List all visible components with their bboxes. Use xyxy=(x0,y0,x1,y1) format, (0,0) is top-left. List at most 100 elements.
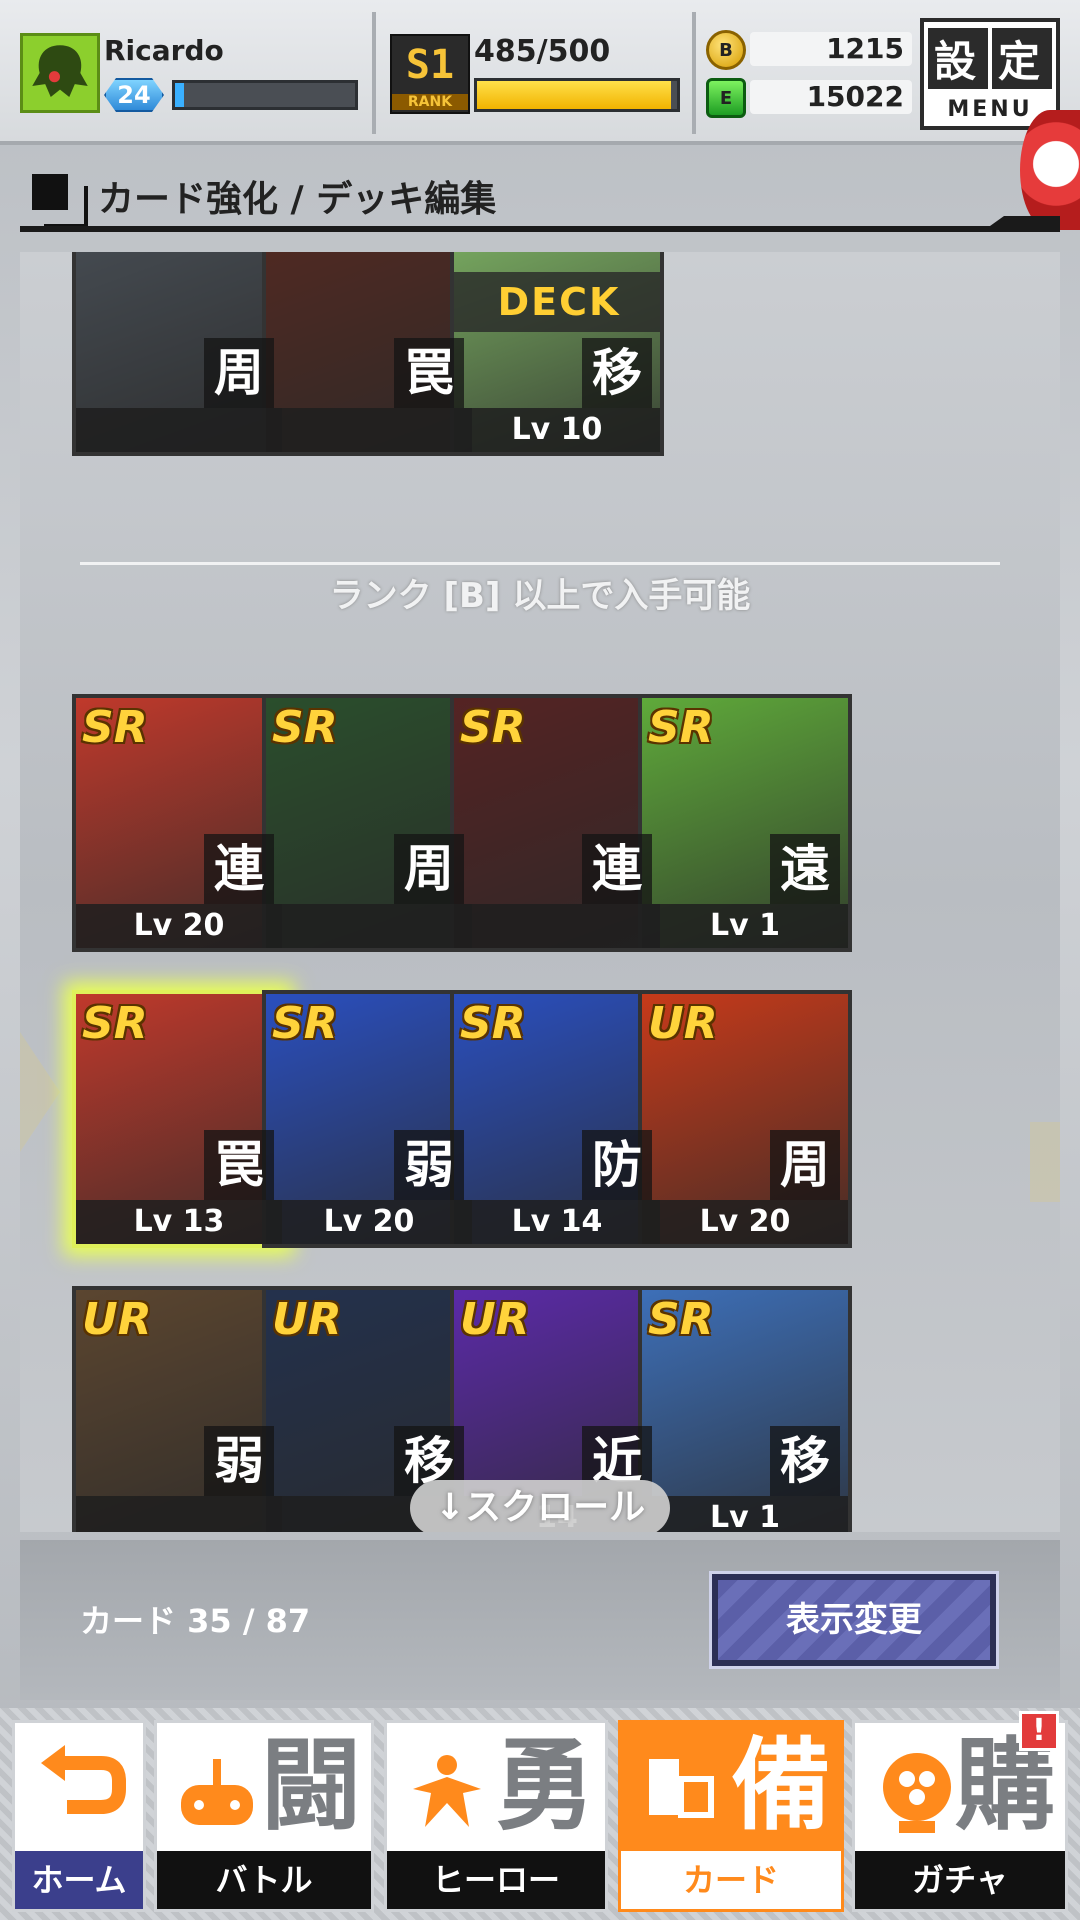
card-type-kanji: 周 xyxy=(394,834,464,904)
green-currency: E 15022 xyxy=(706,78,912,118)
change-view-button[interactable]: 表示変更 xyxy=(709,1571,999,1669)
gold-coin-icon: B xyxy=(706,30,746,70)
card-rarity: SR xyxy=(82,998,148,1049)
header-divider xyxy=(692,12,696,134)
rank-badge: S1 RANK xyxy=(390,34,470,114)
card-level: Lv 20 xyxy=(76,904,282,948)
card-level xyxy=(266,408,472,452)
card-rarity: UR xyxy=(648,998,718,1049)
header-divider xyxy=(372,12,376,134)
card-count: カード 35 / 87 xyxy=(80,1602,311,1640)
card-tile[interactable]: SR 防 Lv 14 xyxy=(450,990,664,1248)
top-status-bar: Ricardo 24 S1 RANK 485/500 B 1215 E 1502… xyxy=(0,0,1080,145)
title-underline xyxy=(20,226,1060,232)
card-type-kanji: 弱 xyxy=(204,1426,274,1496)
card-level xyxy=(266,904,472,948)
deck-label: DECK xyxy=(454,272,660,332)
card-rarity: SR xyxy=(272,998,338,1049)
card-tile[interactable]: UR 周 xyxy=(72,252,286,456)
card-type-kanji: 罠 xyxy=(394,338,464,408)
card-type-kanji: 連 xyxy=(204,834,274,904)
card-type-kanji: 移 xyxy=(582,338,652,408)
settings-kanji: 設定 xyxy=(924,28,1056,89)
card-rarity: SR xyxy=(82,702,148,753)
card-tile[interactable]: SR 連 Lv 20 xyxy=(72,694,286,952)
card-level: Lv 1 xyxy=(642,1496,848,1532)
gold-coin-amount: 1215 xyxy=(750,32,912,66)
nav-card-icon-area: 備 xyxy=(621,1723,841,1851)
bg-stripe-decoration xyxy=(1030,1122,1060,1202)
card-rarity: SR xyxy=(272,702,338,753)
stamina-progress-fill xyxy=(477,81,671,109)
nav-hero-icon-area: 勇 xyxy=(387,1723,605,1851)
bg-arrow-decoration xyxy=(20,1032,60,1152)
card-type-kanji: 移 xyxy=(770,1426,840,1496)
bottom-navigation: ホーム 闘 バトル 勇 ヒーロー 備 カード ! 購 ガチャ xyxy=(0,1708,1080,1920)
green-currency-amount: 15022 xyxy=(750,80,912,114)
nav-gacha-tab[interactable]: ! 購 ガチャ xyxy=(852,1711,1068,1912)
nav-home-tab[interactable]: ホーム xyxy=(12,1720,146,1912)
card-rarity: SR xyxy=(460,702,526,753)
rank-caption: RANK xyxy=(392,94,468,110)
player-level-badge: 24 xyxy=(104,78,164,112)
card-level: Lv 13 xyxy=(76,1200,282,1244)
nav-hero-kanji: 勇 xyxy=(495,1727,595,1844)
nav-card-kanji: 備 xyxy=(731,1727,831,1844)
card-rarity: UR xyxy=(272,1294,342,1345)
nav-home-label: ホーム xyxy=(15,1851,143,1909)
card-type-kanji: 連 xyxy=(582,834,652,904)
stamina-progress-bar xyxy=(474,78,680,112)
card-rarity: SR xyxy=(648,702,714,753)
title-marker-icon xyxy=(32,174,88,228)
card-rarity: UR xyxy=(82,1294,152,1345)
nav-battle-icon-area: 闘 xyxy=(157,1723,371,1851)
rank-divider xyxy=(80,562,1000,565)
card-tile[interactable]: UR 罠 xyxy=(262,252,476,456)
card-rarity: UR xyxy=(272,252,342,257)
nav-battle-kanji: 闘 xyxy=(261,1727,361,1844)
card-level: Lv 20 xyxy=(642,1200,848,1244)
exp-progress-bar xyxy=(172,80,358,110)
scroll-hint: ↓スクロール xyxy=(410,1480,670,1532)
card-level: Lv 1 xyxy=(642,904,848,948)
stamina-value: 485/500 xyxy=(474,34,611,69)
nav-card-label: カード xyxy=(621,1851,841,1909)
card-level xyxy=(76,1496,282,1532)
page-title: カード強化 / デッキ編集 xyxy=(98,179,497,220)
card-level: Lv 20 xyxy=(266,1200,472,1244)
page-title-bar: カード強化 / デッキ編集 xyxy=(20,160,1060,230)
nav-home-icon-area xyxy=(15,1723,143,1851)
card-tile[interactable]: SR 弱 Lv 20 xyxy=(262,990,476,1248)
exp-progress-fill xyxy=(175,83,184,107)
card-type-kanji: 周 xyxy=(204,338,274,408)
card-tile[interactable]: SR 罠 Lv 13 xyxy=(72,990,286,1248)
nav-hero-tab[interactable]: 勇 ヒーロー xyxy=(384,1720,608,1912)
gold-currency: B 1215 xyxy=(706,30,912,70)
card-rarity: UR xyxy=(460,1294,530,1345)
card-level: Lv 10 xyxy=(454,408,660,452)
card-tile[interactable]: UR 弱 xyxy=(72,1286,286,1532)
card-list-panel[interactable]: ランク [B] 以上で入手可能 ↓スクロール UR周UR罠UR移Lv 10DEC… xyxy=(20,252,1060,1532)
nav-hero-label: ヒーロー xyxy=(387,1851,605,1909)
card-tile[interactable]: UR 周 Lv 20 xyxy=(638,990,852,1248)
card-tile[interactable]: SR 移 Lv 1 xyxy=(638,1286,852,1532)
gacha-alert-badge: ! xyxy=(1019,1711,1059,1751)
nav-battle-tab[interactable]: 闘 バトル xyxy=(154,1720,374,1912)
card-rarity: UR xyxy=(82,252,152,257)
card-tile[interactable]: SR 連 xyxy=(450,694,664,952)
green-barrel-icon: E xyxy=(706,78,746,118)
player-name: Ricardo xyxy=(104,34,224,67)
player-avatar[interactable] xyxy=(20,33,100,113)
card-type-kanji: 弱 xyxy=(394,1130,464,1200)
card-level xyxy=(454,904,660,948)
card-level xyxy=(76,408,282,452)
rank-requirement-caption: ランク [B] 以上で入手可能 xyxy=(329,576,751,616)
card-tile[interactable]: SR 周 xyxy=(262,694,476,952)
card-tile[interactable]: UR 移Lv 10 DECK xyxy=(450,252,664,456)
avatar-icon xyxy=(23,36,97,110)
card-tile[interactable]: SR 遠 Lv 1 xyxy=(638,694,852,952)
nav-gacha-label: ガチャ xyxy=(855,1851,1065,1909)
card-type-kanji: 周 xyxy=(770,1130,840,1200)
nav-card-tab[interactable]: 備 カード xyxy=(618,1720,844,1912)
return-arrow-icon xyxy=(41,1745,126,1814)
